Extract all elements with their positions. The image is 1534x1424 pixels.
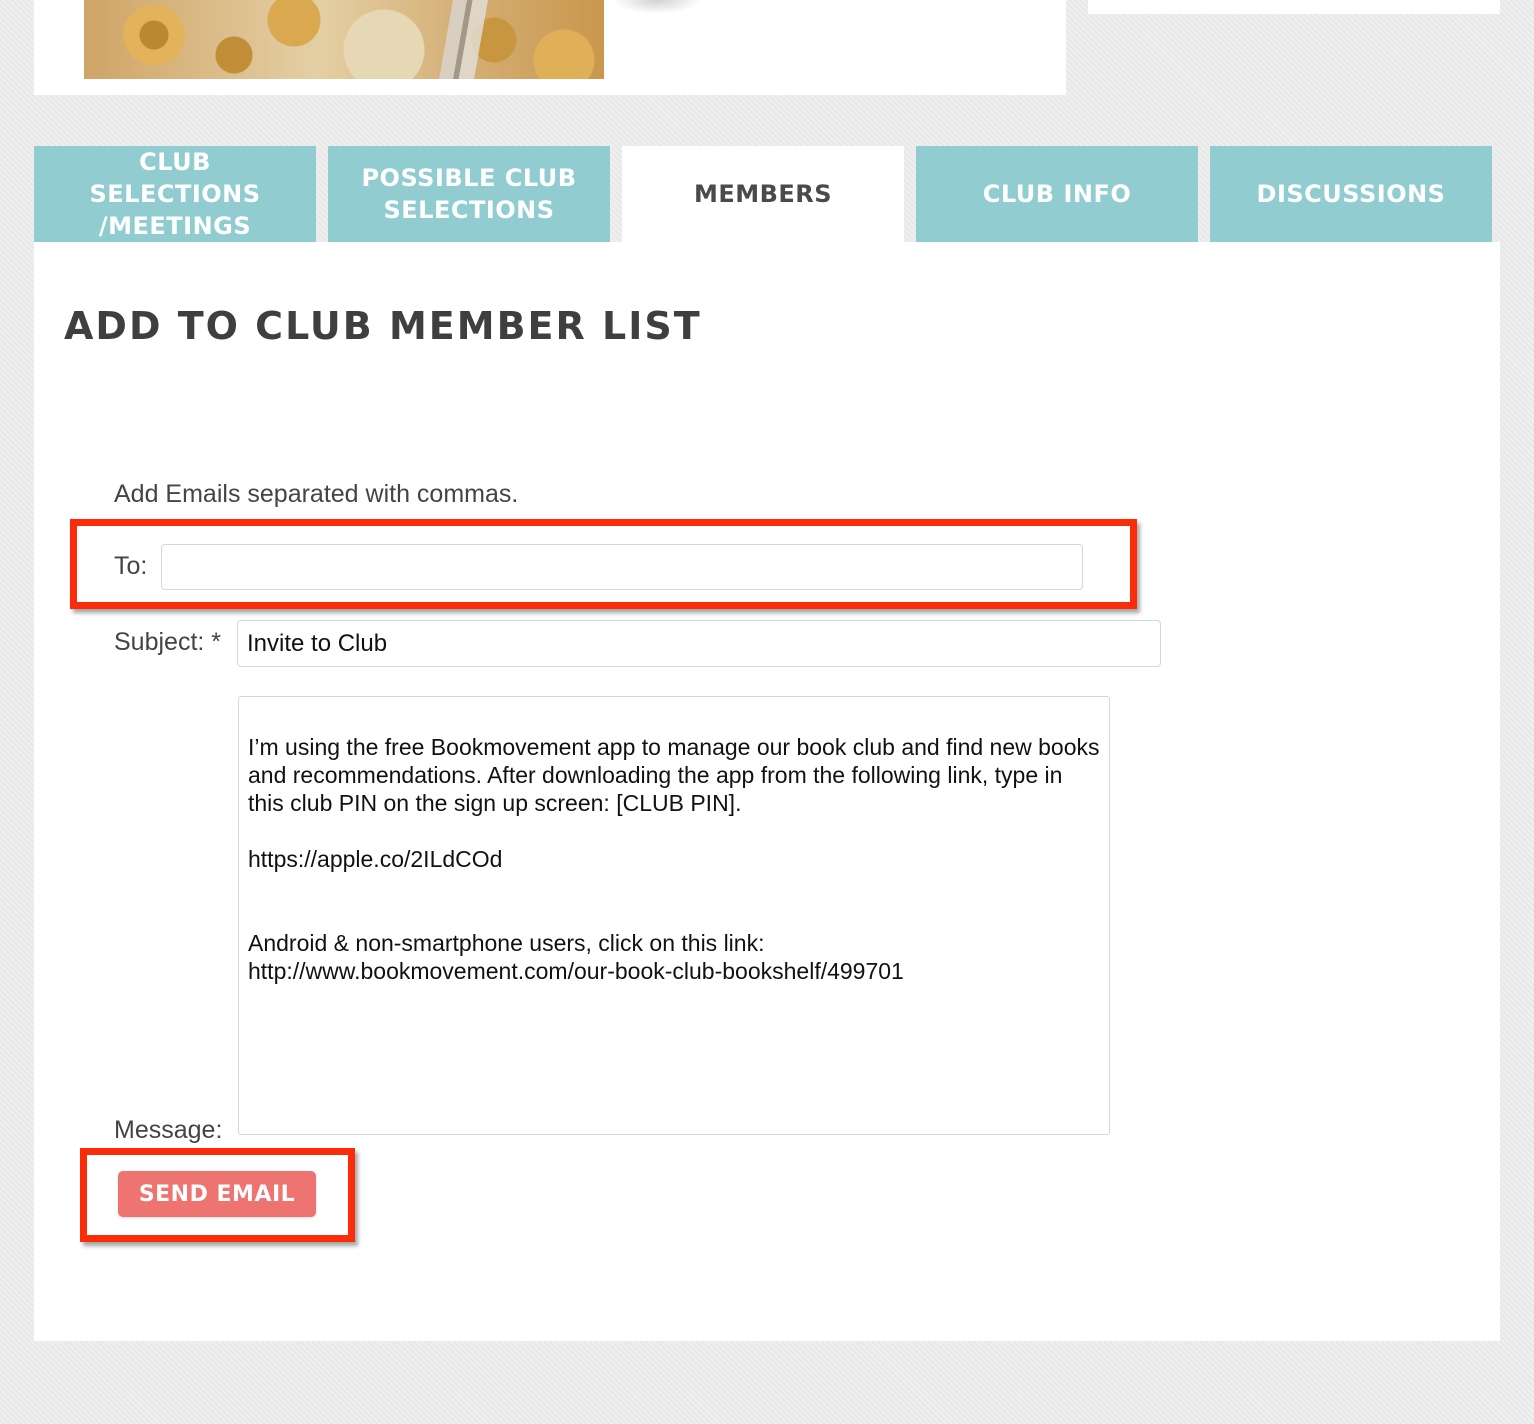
members-panel: ADD TO CLUB MEMBER LIST Add Emails separ… [34,242,1500,1341]
subject-input[interactable] [237,620,1161,667]
club-tabs: CLUB SELECTIONS /MEETINGS POSSIBLE CLUB … [34,146,1500,242]
banner-image-detail [439,0,495,79]
subject-label: Subject: * [114,628,222,656]
tab-possible-club-selections[interactable]: POSSIBLE CLUB SELECTIONS [328,146,610,242]
send-email-button[interactable]: SEND EMAIL [118,1171,316,1217]
tab-discussions[interactable]: DISCUSSIONS [1210,146,1492,242]
page-title: ADD TO CLUB MEMBER LIST [64,304,702,348]
header-card [34,0,1066,95]
club-banner-image [84,0,604,79]
email-hint-text: Add Emails separated with commas. [114,480,519,508]
to-email-input[interactable] [161,544,1083,590]
tab-club-info[interactable]: CLUB INFO [916,146,1198,242]
to-label: To: [114,552,148,580]
message-label: Message: [114,1116,223,1144]
sidebar-card [1088,0,1500,14]
tab-members[interactable]: MEMBERS [622,146,904,242]
banner-shadow [612,0,702,14]
message-textarea[interactable]: I’m using the free Bookmovement app to m… [238,696,1110,1135]
tab-club-selections-meetings[interactable]: CLUB SELECTIONS /MEETINGS [34,146,316,242]
